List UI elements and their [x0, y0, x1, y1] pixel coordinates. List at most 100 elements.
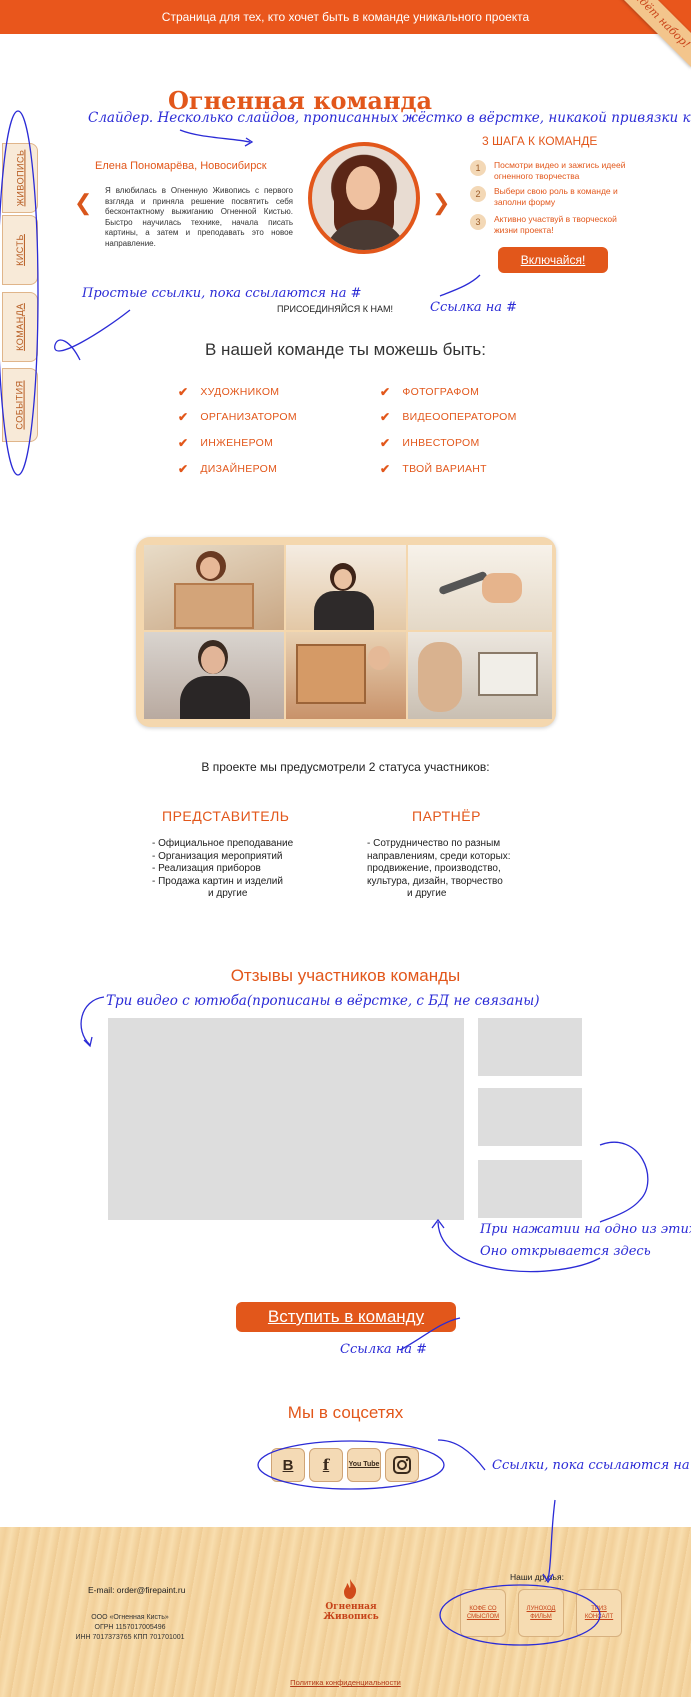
- status-list-item: и другие: [407, 888, 447, 899]
- footer-logo-text: Огненная Живопись: [323, 1602, 379, 1622]
- arrow-link-hash: [439, 274, 481, 297]
- join-us-text: ПРИСОЕДИНЯЙСЯ К НАМ!: [277, 304, 394, 314]
- testimonial-quote: Я влюбилась в Огненную Живопись с первог…: [105, 186, 293, 248]
- check-icon: ✔: [380, 462, 391, 476]
- join-in-button[interactable]: Включайся!: [498, 247, 608, 273]
- role-label: ИНЖЕНЕРОМ: [200, 437, 274, 449]
- footer-org-info: ООО «Огненная Кисть» ОГРН 1157017005496 …: [60, 1613, 200, 1643]
- annotation-opens-here: Оно открывается здесь: [480, 1244, 651, 1259]
- privacy-policy-link[interactable]: Политика конфиденциальности: [0, 1678, 691, 1687]
- instagram-glyph: [393, 1456, 411, 1474]
- status-partner-title: ПАРТНЁР: [412, 808, 481, 824]
- role-item: ✔ ИНЖЕНЕРОМ: [178, 436, 273, 450]
- role-item: ✔ ДИЗАЙНЕРОМ: [178, 462, 277, 476]
- role-item: ✔ ФОТОГРАФОМ: [380, 385, 479, 399]
- chevron-right-icon[interactable]: ❯: [432, 190, 450, 216]
- org-line: ОГРН 1157017005496: [94, 1624, 166, 1631]
- friends-title: Наши друзья:: [510, 1572, 564, 1582]
- status-list-item: и другие: [208, 888, 248, 899]
- instagram-icon[interactable]: [385, 1448, 419, 1482]
- collage-photo: [144, 632, 284, 719]
- check-icon: ✔: [178, 436, 189, 450]
- step-text: Активно участвуй в творческой жизни прое…: [494, 214, 617, 235]
- role-label: ОРГАНИЗАТОРОМ: [200, 411, 297, 423]
- testimonial-avatar: [308, 142, 420, 254]
- step-number: 1: [470, 160, 486, 176]
- collage-photo: [408, 632, 552, 719]
- org-line: ИНН 7017373765 КПП 701701001: [75, 1634, 185, 1641]
- role-item: ✔ ХУДОЖНИКОМ: [178, 385, 279, 399]
- top-banner: Страница для тех, кто хочет быть в коман…: [0, 0, 691, 34]
- video-thumbnail[interactable]: [478, 1018, 582, 1076]
- step-item: 2 Выбери свою роль в команде и заполни фо…: [470, 186, 640, 207]
- check-icon: ✔: [178, 385, 189, 399]
- step-item: 1 Посмотри видео и зажгись идеей огненног…: [470, 160, 640, 181]
- steps-title: 3 ШАГА К КОМАНДЕ: [482, 134, 598, 148]
- status-list-item: продвижение, производство,: [367, 863, 501, 874]
- org-line: ООО «Огненная Кисть»: [91, 1614, 169, 1621]
- avatar-face: [346, 166, 380, 210]
- status-representative-list: - Официальное преподавание - Организация…: [152, 838, 322, 901]
- chevron-left-icon[interactable]: ❮: [74, 190, 92, 216]
- join-team-button[interactable]: Вступить в команду: [236, 1302, 456, 1332]
- role-item: ✔ ОРГАНИЗАТОРОМ: [178, 410, 297, 424]
- collage-photo: [286, 545, 406, 630]
- side-tab-brush[interactable]: КИСТЬ: [2, 215, 38, 285]
- role-item: ✔ ТВОЙ ВАРИАНТ: [380, 462, 487, 476]
- role-label: ФОТОГРАФОМ: [402, 386, 480, 398]
- arrow-videos: [80, 996, 105, 1046]
- friend-link[interactable]: КОФЕ СО СМЫСЛОМ: [460, 1589, 506, 1637]
- side-tab-painting[interactable]: ЖИВОПИСЬ: [2, 143, 38, 213]
- step-number: 3: [470, 214, 486, 230]
- step-text: Посмотри видео и зажгись идеей огненного…: [494, 160, 626, 181]
- status-list-item: - Продажа картин и изделий: [152, 875, 283, 887]
- step-item: 3 Активно участвуй в творческой жизни про…: [470, 214, 640, 235]
- check-icon: ✔: [178, 410, 189, 424]
- arrow-thumbs: [599, 1141, 649, 1223]
- role-label: ХУДОЖНИКОМ: [200, 386, 280, 398]
- role-item: ✔ ИНВЕСТОРОМ: [380, 436, 480, 450]
- video-thumbnail[interactable]: [478, 1088, 582, 1146]
- role-item: ✔ ВИДЕООПЕРАТОРОМ: [380, 410, 517, 424]
- social-title: Мы в соцсетях: [287, 1403, 404, 1422]
- annotation-videos: Три видео с ютюба(прописаны в вёрстке, с…: [106, 993, 540, 1009]
- friend-link[interactable]: ТРИЗ КОНСАЛТ: [576, 1589, 622, 1637]
- check-icon: ✔: [380, 385, 391, 399]
- step-text: Выбери свою роль в команде и заполни фор…: [494, 186, 618, 207]
- arrow-slider: [179, 129, 251, 143]
- reviews-title: Отзывы участников команды: [230, 966, 461, 985]
- annotation-link-hash: Ссылка на #: [340, 1342, 428, 1357]
- friend-link[interactable]: ЛУНОХОД ФИЛЬМ: [518, 1589, 564, 1637]
- status-list-item: - Официальное преподавание: [152, 838, 294, 849]
- youtube-icon[interactable]: You Tube: [347, 1448, 381, 1482]
- check-icon: ✔: [178, 462, 189, 476]
- role-label: ВИДЕООПЕРАТОРОМ: [402, 411, 517, 423]
- annotation-slider: Слайдер. Несколько слайдов, прописанных …: [88, 110, 691, 126]
- status-partner-list: - Сотрудничество по разным направлениям,…: [367, 838, 547, 901]
- vk-icon[interactable]: В: [271, 1448, 305, 1482]
- main-video-player[interactable]: [108, 1018, 464, 1220]
- status-list-item: культура, дизайн, творчество: [367, 875, 503, 887]
- testimonial-author: Елена Пономарёва, Новосибирск: [95, 160, 267, 172]
- side-tab-events[interactable]: СОБЫТИЯ: [2, 368, 38, 442]
- statuses-title: В проекте мы предусмотрели 2 статуса уча…: [201, 760, 490, 774]
- facebook-icon[interactable]: f: [309, 1448, 343, 1482]
- status-list-item: направлениям, среди которых:: [367, 850, 511, 862]
- side-tab-label: КИСТЬ: [14, 234, 25, 266]
- annotation-link-hash: Ссылка на #: [430, 300, 518, 315]
- collage-photo: [144, 545, 284, 630]
- role-label: ДИЗАЙНЕРОМ: [200, 463, 278, 475]
- annotation-social-links: Ссылки, пока ссылаются на #: [492, 1458, 691, 1473]
- status-representative-title: ПРЕДСТАВИТЕЛЬ: [162, 808, 290, 824]
- annotation-click: При нажатии на одно из этих: [480, 1222, 691, 1237]
- side-tab-label: ЖИВОПИСЬ: [15, 149, 26, 207]
- status-list-item: - Сотрудничество по разным: [367, 838, 501, 849]
- team-roles-title: В нашей команде ты можешь быть:: [205, 340, 486, 359]
- side-tab-label: СОБЫТИЯ: [15, 380, 25, 430]
- status-list-item: - Организация мероприятий: [152, 850, 283, 862]
- collage-photo: [408, 545, 552, 630]
- role-label: ИНВЕСТОРОМ: [402, 437, 480, 449]
- video-thumbnail[interactable]: [478, 1160, 582, 1218]
- check-icon: ✔: [380, 436, 391, 450]
- arrow-social: [437, 1439, 486, 1471]
